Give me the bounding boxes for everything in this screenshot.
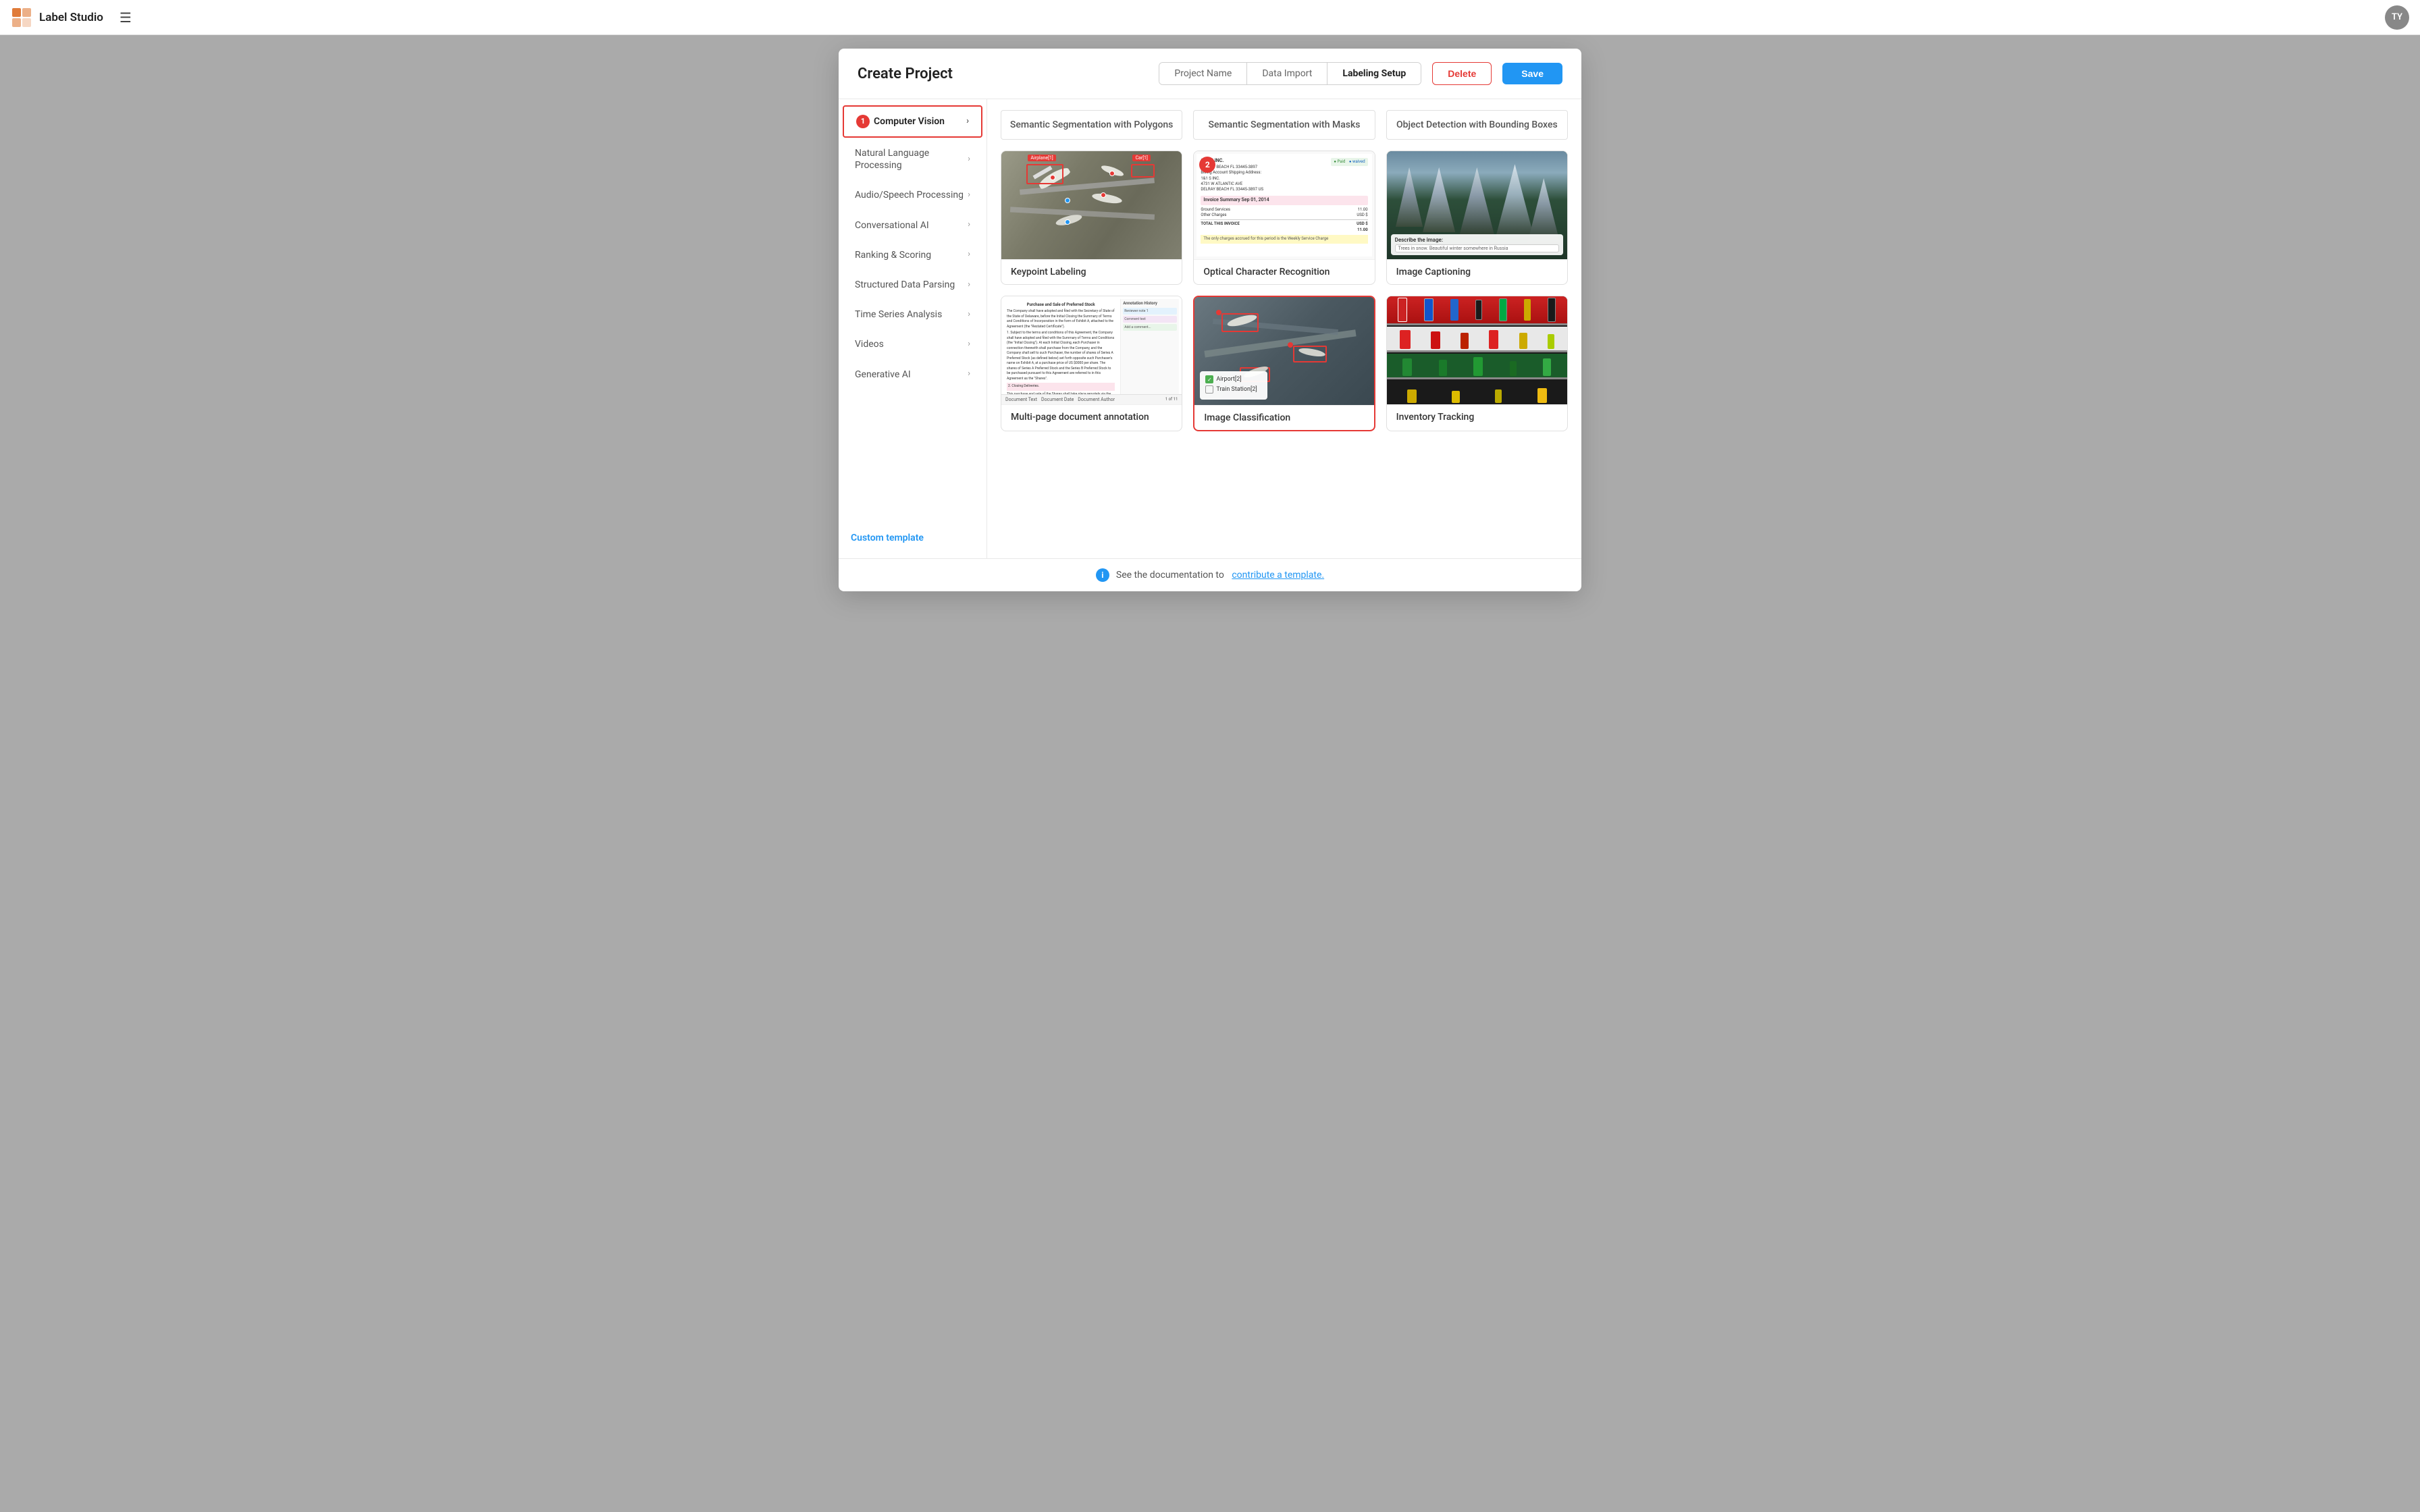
hamburger-icon: ☰ [120,9,132,26]
partial-top-row: Semantic Segmentation with Polygons Sema… [1001,110,1568,140]
sidebar-item-time-series[interactable]: Time Series Analysis › [843,300,982,329]
logo[interactable]: Label Studio [11,7,103,28]
menu-button[interactable]: ☰ [120,9,132,26]
card-label-captioning: Image Captioning [1387,259,1567,284]
modal-title: Create Project [858,65,953,82]
sidebar-item-generative-ai[interactable]: Generative AI › [843,360,982,389]
chevron-icon: › [968,279,970,291]
template-card-image-captioning[interactable]: Describe the image: Trees in snow. Beaut… [1386,151,1568,285]
chevron-icon: › [968,154,970,165]
template-row-2: Purchase and Sale of Preferred Stock The… [1001,296,1568,431]
template-card-ocr[interactable]: 1&1 S INC. DELRAY BEACH FL 33445-3897 Bi… [1193,151,1375,285]
step1-badge: 1 [856,115,870,128]
tab-group: Project Name Data Import Labeling Setup [1159,62,1421,85]
save-button[interactable]: Save [1502,63,1562,84]
modal-header: Create Project Project Name Data Import … [839,49,1581,99]
sidebar-item-structured-data[interactable]: Structured Data Parsing › [843,271,982,299]
avatar[interactable]: TY [2385,5,2409,30]
sidebar-item-nlp[interactable]: Natural Language Processing › [843,139,982,180]
card-image-ocr: 1&1 S INC. DELRAY BEACH FL 33445-3897 Bi… [1194,151,1374,259]
main-content: Semantic Segmentation with Polygons Sema… [987,99,1581,558]
tab-labeling-setup[interactable]: Labeling Setup [1327,63,1421,84]
template-card-keypoint-labeling[interactable]: Airplane[1] Car[1] Keypoint Labeling [1001,151,1182,285]
chevron-icon: › [966,116,969,128]
modal-overlay: Create Project Project Name Data Import … [0,35,2420,1512]
sidebar-item-videos[interactable]: Videos › [843,330,982,358]
checkbox-unchecked [1205,385,1213,394]
card-label-keypoint: Keypoint Labeling [1001,259,1182,284]
template-card-inventory-tracking[interactable]: Inventory Tracking [1386,296,1568,431]
tab-project-name[interactable]: Project Name [1159,63,1247,84]
card-image-classification: ✓ Airport[2] Train Station[2] [1194,297,1373,405]
app-title: Label Studio [39,11,103,24]
modal-body: 1 Computer Vision › Natural Language Pro… [839,99,1581,558]
card-image-captioning: Describe the image: Trees in snow. Beaut… [1387,151,1567,259]
template-row-1: Airplane[1] Car[1] Keypoint Labeling [1001,151,1568,285]
chevron-icon: › [968,309,970,321]
sidebar-item-audio-speech[interactable]: Audio/Speech Processing › [843,181,982,209]
partial-card-3[interactable]: Object Detection with Bounding Boxes [1386,110,1568,140]
sidebar-item-conversational-ai[interactable]: Conversational AI › [843,211,982,240]
info-badge: i [1096,568,1109,582]
sidebar-custom-template[interactable]: Custom template [839,523,987,553]
caption-overlay: Describe the image: Trees in snow. Beaut… [1391,234,1563,255]
footer-link[interactable]: contribute a template. [1232,570,1324,580]
create-project-modal: Create Project Project Name Data Import … [839,49,1581,591]
card-label-classification: Image Classification [1194,405,1373,430]
logo-icon [11,7,32,28]
sidebar-item-ranking-scoring[interactable]: Ranking & Scoring › [843,241,982,269]
sidebar: 1 Computer Vision › Natural Language Pro… [839,99,987,558]
chevron-icon: › [968,219,970,231]
chevron-icon: › [968,369,970,380]
card-label-ocr: Optical Character Recognition [1194,259,1374,284]
delete-button[interactable]: Delete [1432,62,1492,85]
card-image-keypoint: Airplane[1] Car[1] [1001,151,1182,259]
classify-tags-overlay: ✓ Airport[2] Train Station[2] [1200,371,1267,400]
modal-footer: i See the documentation to contribute a … [839,558,1581,591]
chevron-icon: › [968,339,970,350]
template-card-image-classification[interactable]: ✓ Airport[2] Train Station[2] Image Clas… [1193,296,1375,431]
footer-text: See the documentation to [1116,570,1224,580]
tab-data-import[interactable]: Data Import [1247,63,1327,84]
card-label-multipage: Multi-page document annotation [1001,404,1182,429]
card-image-inventory [1387,296,1567,404]
checkbox-checked: ✓ [1205,375,1213,383]
sidebar-item-computer-vision[interactable]: 1 Computer Vision › [843,105,982,138]
card-label-inventory: Inventory Tracking [1387,404,1567,429]
topbar: Label Studio ☰ TY [0,0,2420,35]
partial-card-1[interactable]: Semantic Segmentation with Polygons [1001,110,1182,140]
partial-card-2[interactable]: Semantic Segmentation with Masks [1193,110,1375,140]
card-image-document: Purchase and Sale of Preferred Stock The… [1001,296,1182,404]
template-card-multipage-doc[interactable]: Purchase and Sale of Preferred Stock The… [1001,296,1182,431]
chevron-icon: › [968,249,970,261]
chevron-icon: › [968,190,970,201]
